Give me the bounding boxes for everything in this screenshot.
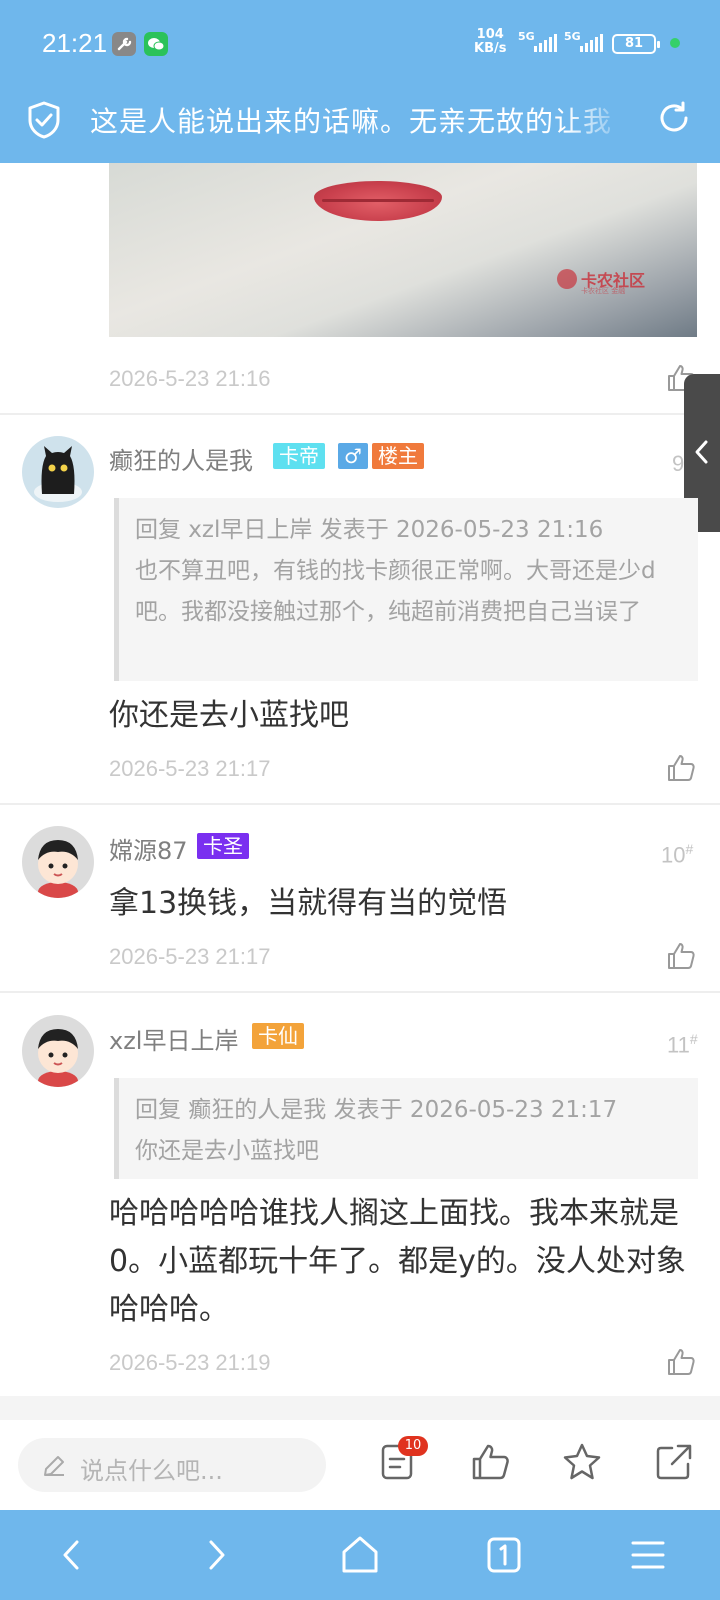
like-icon[interactable] [665, 1346, 697, 1378]
quote-block: 回复 癫狂的人是我 发表于 2026-05-23 21:17 你还是去小蓝找吧 [114, 1078, 698, 1179]
network-speed-unit: KB/s [474, 41, 507, 56]
back-icon[interactable] [47, 1530, 97, 1580]
divider [0, 991, 720, 993]
comment-input[interactable]: 说点什么吧... [18, 1438, 326, 1492]
quote-text: 你还是去小蓝找吧 [135, 1138, 319, 1164]
rank-badge: 卡圣 [197, 833, 249, 859]
top-bar: 21:21 104 KB/s 5G 5G 81 这是人能说出来的话嘛。无亲无故的… [0, 0, 720, 163]
like-icon[interactable] [665, 752, 697, 784]
quote-text: 也不算丑吧，有钱的找卡颜很正常啊。大哥还是少d吧。我都没接触过那个，纯超前消费把… [135, 558, 656, 625]
page-title: 这是人能说出来的话嘛。无亲无故的让我 [90, 105, 613, 138]
comment-placeholder: 说点什么吧... [80, 1457, 223, 1485]
like-icon[interactable] [468, 1440, 512, 1484]
post-content: 你还是去小蓝找吧 [109, 698, 349, 733]
gender-badge: ♂ [338, 443, 368, 469]
bottom-action-bar: 说点什么吧... 10 [0, 1420, 720, 1510]
watermark-logo-icon [557, 269, 577, 289]
tabs-icon[interactable] [479, 1530, 529, 1580]
floor-number-value: 11 [667, 1032, 690, 1058]
avatar[interactable] [22, 1015, 94, 1087]
shield-check-icon[interactable] [26, 100, 62, 140]
signal-bars-2-icon [580, 34, 603, 52]
comment-count-badge: 10 [398, 1436, 428, 1456]
floor-number: 10# [661, 841, 693, 868]
floor-number-value: 10 [661, 842, 686, 868]
post-photo[interactable]: 卡农社区 卡农社区 金融 [109, 163, 697, 337]
status-dot-icon [670, 38, 680, 48]
post-timestamp: 2026-5-23 21:17 [109, 756, 271, 781]
username[interactable]: 癫狂的人是我 [109, 441, 253, 476]
like-icon[interactable] [665, 940, 697, 972]
share-icon[interactable] [652, 1440, 696, 1484]
avatar[interactable] [22, 826, 94, 898]
username[interactable]: xzl早日上岸 [109, 1021, 238, 1056]
browser-nav-bar [0, 1510, 720, 1600]
op-badge: 楼主 [372, 443, 424, 469]
photo-lips [314, 181, 442, 221]
signal-label-1: 5G [518, 30, 535, 43]
app-page: 21:21 104 KB/s 5G 5G 81 这是人能说出来的话嘛。无亲无故的… [0, 0, 720, 1600]
divider [0, 413, 720, 415]
rank-badge: 卡帝 [273, 443, 325, 469]
post-timestamp: 2026-5-23 21:19 [109, 1350, 271, 1375]
battery-level: 81 [624, 36, 644, 51]
username[interactable]: 嫦源87 [109, 831, 188, 866]
refresh-icon[interactable] [656, 100, 692, 136]
home-icon[interactable] [335, 1530, 385, 1580]
photo-watermark: 卡农社区 卡农社区 金融 [557, 267, 653, 295]
rank-badge: 卡仙 [252, 1023, 304, 1049]
status-bar: 21:21 104 KB/s 5G 5G 81 [0, 0, 720, 88]
floor-number: 11# [667, 1031, 698, 1058]
floor-number: 9 [672, 451, 685, 476]
floor-mark: # [685, 841, 694, 857]
avatar[interactable] [22, 436, 94, 508]
forward-icon[interactable] [191, 1530, 241, 1580]
menu-icon[interactable] [623, 1530, 673, 1580]
pencil-icon [44, 1456, 64, 1476]
section-gap [0, 1396, 720, 1420]
post-content: 哈哈哈哈哈谁找人搁这上面找。我本来就是0。小蓝都玩十年了。都是y的。没人处对象哈… [109, 1196, 686, 1327]
status-time: 21:21 [42, 28, 108, 58]
tools-notification-icon [112, 32, 136, 56]
wechat-notification-icon [144, 32, 168, 56]
post-content: 拿13换钱，当就得有当的觉悟 [109, 886, 508, 921]
divider [0, 803, 720, 805]
watermark-subtext: 卡农社区 金融 [581, 287, 626, 295]
post-timestamp: 2026-5-23 21:17 [109, 944, 271, 969]
floor-mark: # [689, 1031, 698, 1047]
post-timestamp: 2026-5-23 21:16 [109, 366, 271, 391]
quote-header: 回复 癫狂的人是我 发表于 2026-05-23 21:17 [135, 1097, 618, 1123]
battery-icon: 81 [612, 34, 660, 54]
signal-bars-1-icon [534, 34, 557, 52]
quote-block: 回复 xzl早日上岸 发表于 2026-05-23 21:16 也不算丑吧，有钱… [114, 498, 698, 681]
page-header: 这是人能说出来的话嘛。无亲无故的让我 [0, 88, 720, 163]
network-speed: 104 KB/s [474, 28, 506, 56]
network-speed-value: 104 [476, 27, 504, 42]
signal-label-2: 5G [564, 30, 581, 43]
quote-header: 回复 xzl早日上岸 发表于 2026-05-23 21:16 [135, 517, 604, 543]
star-icon[interactable] [560, 1440, 604, 1484]
